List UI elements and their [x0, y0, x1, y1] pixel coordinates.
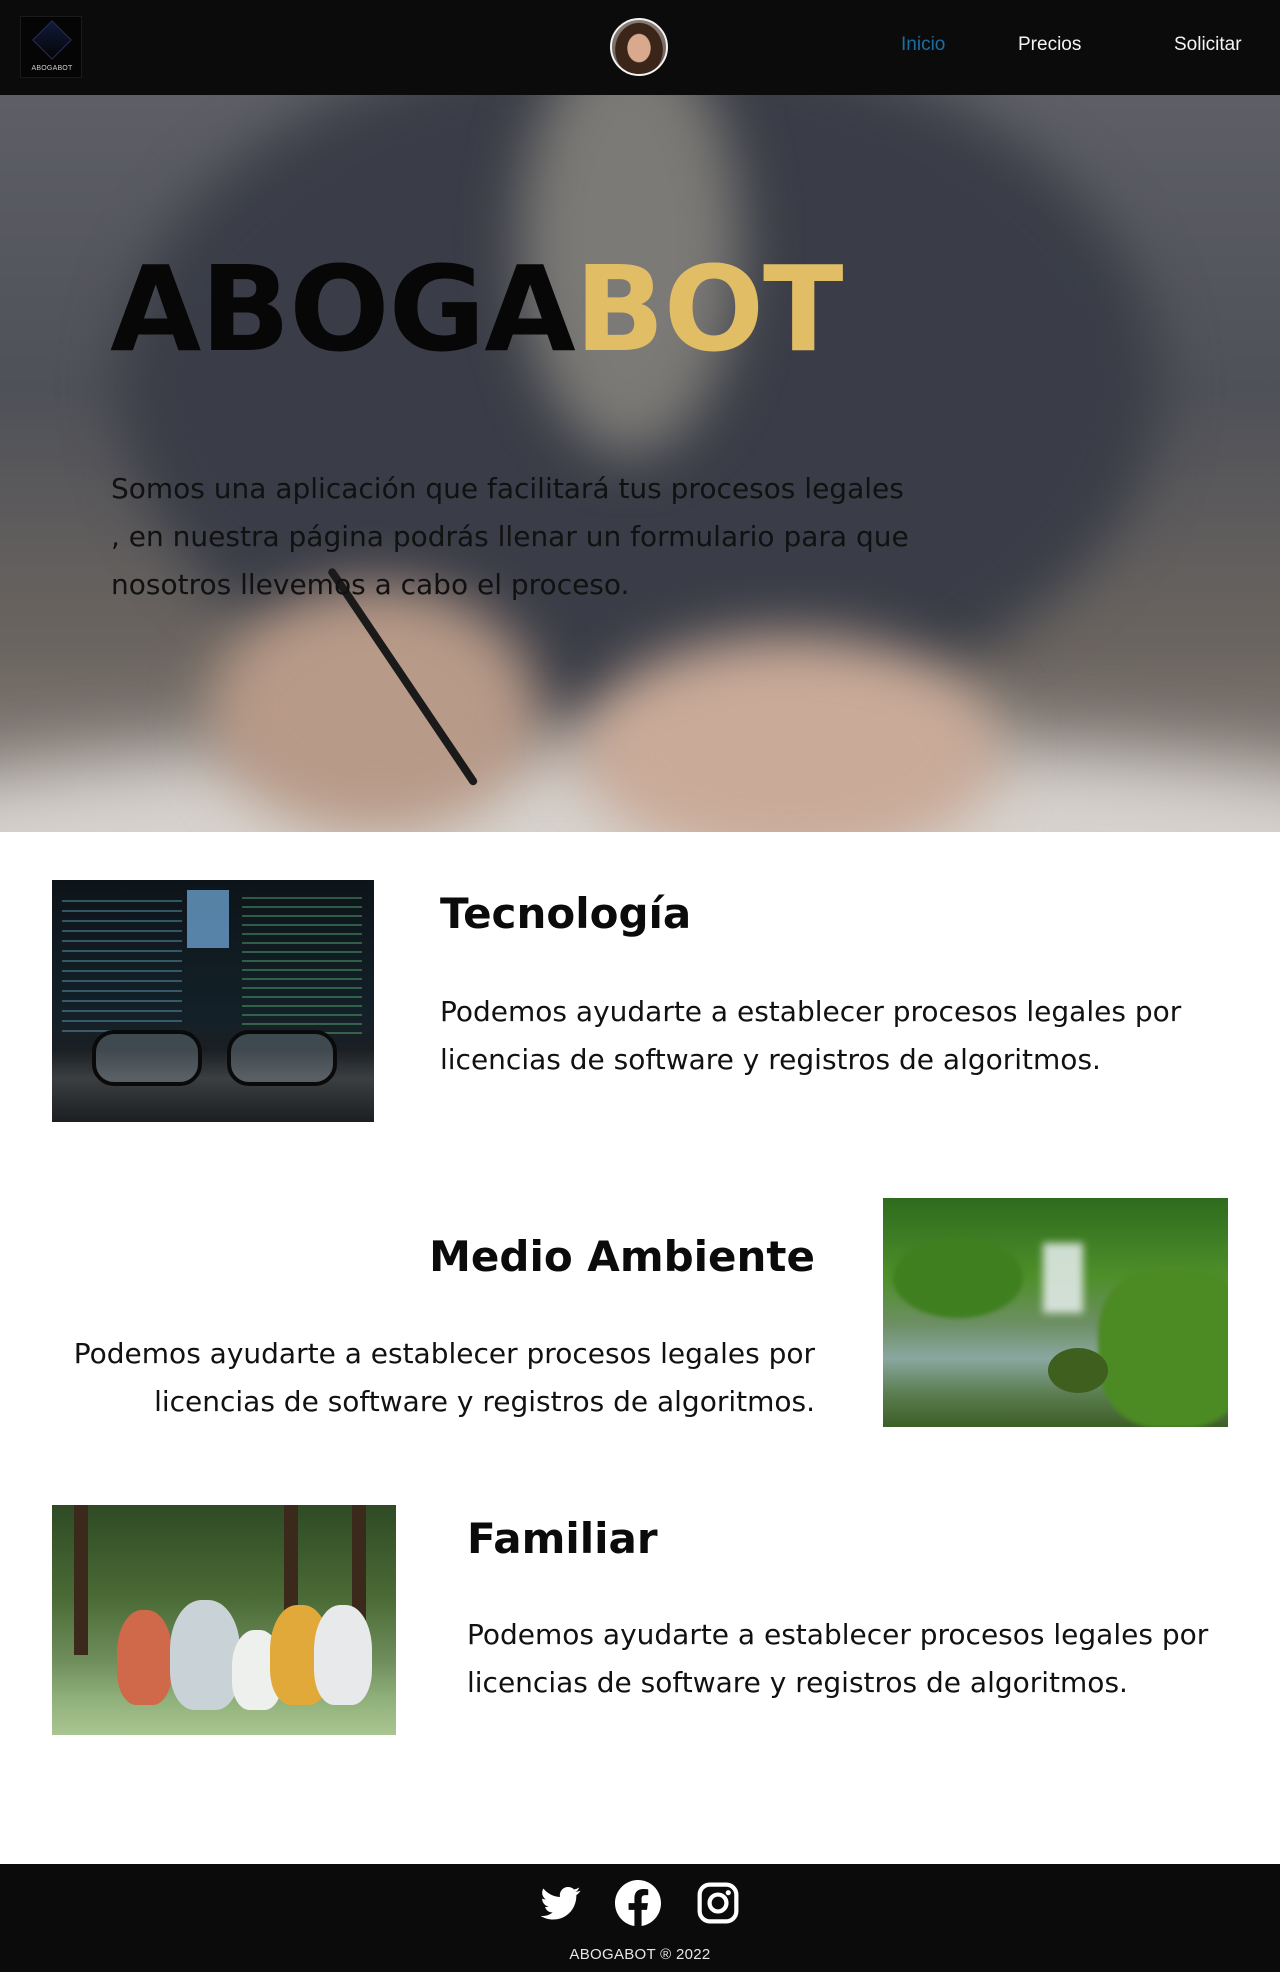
family-image [52, 1505, 396, 1735]
moss-rock-left [893, 1238, 1023, 1318]
hero-title: ABOGABOT [110, 250, 844, 368]
family-member [170, 1600, 240, 1710]
code-screen-left [62, 892, 182, 1032]
feature-text-tecnologia: Podemos ayudarte a establecer procesos l… [440, 995, 1182, 1076]
logo-text: ABOGABOT [31, 65, 73, 72]
feature-title-medio-ambiente: Medio Ambiente [429, 1232, 815, 1281]
nav-link-inicio[interactable]: Inicio [901, 30, 945, 60]
technology-image [52, 880, 374, 1122]
navbar: ABOGABOT Inicio Precios Solicitar [0, 0, 1280, 95]
logo-diamond-icon [32, 20, 72, 60]
waterfall [1043, 1243, 1083, 1313]
facebook-icon[interactable] [613, 1878, 663, 1928]
feature-title-familiar: Familiar [467, 1514, 658, 1563]
moss-rock-right [1098, 1268, 1228, 1427]
instagram-icon[interactable] [693, 1878, 743, 1928]
hero-background-hand [210, 585, 540, 832]
hero-description: Somos una aplicación que facilitará tus … [111, 472, 909, 601]
river-stone [1048, 1348, 1108, 1393]
code-screen-right [242, 890, 362, 1040]
feature-title-tecnologia: Tecnología [440, 889, 692, 938]
nav-link-solicitar[interactable]: Solicitar [1174, 30, 1242, 60]
hero-title-aboga: ABOGA [110, 240, 576, 378]
tree-trunk [74, 1505, 88, 1655]
nav-link-precios[interactable]: Precios [1018, 30, 1081, 60]
copyright-text: ABOGABOT ® 2022 [569, 1946, 711, 1963]
family-member [117, 1610, 172, 1705]
feature-text-medio-ambiente: Podemos ayudarte a establecer procesos l… [73, 1337, 815, 1418]
hero-section: ABOGABOT Somos una aplicación que facili… [0, 95, 1280, 832]
hero-title-bot: BOT [574, 240, 844, 378]
code-screen-window [187, 890, 229, 948]
glasses-lens-left [92, 1030, 202, 1086]
twitter-icon[interactable] [536, 1878, 586, 1928]
family-member [314, 1605, 372, 1705]
brand-logo[interactable]: ABOGABOT [20, 16, 82, 78]
feature-text-familiar: Podemos ayudarte a establecer procesos l… [467, 1618, 1209, 1699]
glasses-lens-right [227, 1030, 337, 1086]
avatar[interactable] [610, 18, 668, 76]
footer: ABOGABOT ® 2022 [0, 1864, 1280, 1972]
environment-image [883, 1198, 1228, 1427]
